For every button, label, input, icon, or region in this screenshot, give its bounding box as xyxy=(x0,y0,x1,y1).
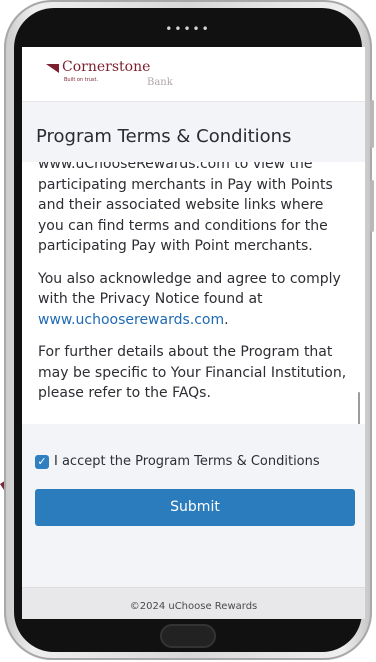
home-button[interactable] xyxy=(160,624,216,648)
app-screen: Cornerstone Built on trust. Bank Program… xyxy=(22,47,365,619)
status-dots: ••••• xyxy=(165,22,211,36)
copyright-text: ©2024 uChoose Rewards xyxy=(129,601,258,612)
footer: ©2024 uChoose Rewards xyxy=(22,587,365,619)
page-title: Program Terms & Conditions xyxy=(36,126,292,147)
accept-checkbox[interactable]: ✓ xyxy=(35,455,49,469)
terms-content: www.uChooseRewards.com to view the parti… xyxy=(38,162,352,416)
power-button xyxy=(370,180,374,232)
volume-button xyxy=(370,100,374,148)
accept-form: ✓ I accept the Program Terms & Condition… xyxy=(22,424,365,587)
scrollbar-thumb[interactable] xyxy=(358,392,360,424)
logo-name: Cornerstone xyxy=(62,59,151,75)
privacy-period: . xyxy=(224,311,229,328)
bank-logo[interactable]: Cornerstone Built on trust. Bank xyxy=(46,59,186,93)
logo-tagline: Built on trust. xyxy=(64,77,99,83)
accept-label: I accept the Program Terms & Conditions xyxy=(54,454,320,469)
terms-scroll-area[interactable]: www.uChooseRewards.com to view the parti… xyxy=(22,162,365,424)
terms-paragraph-faq: For further details about the Program th… xyxy=(38,344,347,401)
app-header: Cornerstone Built on trust. Bank xyxy=(22,47,365,102)
title-bar: Program Terms & Conditions xyxy=(22,102,365,162)
logo-mark-icon xyxy=(46,64,59,73)
terms-paragraph-privacy: You also acknowledge and agree to comply… xyxy=(38,269,352,331)
terms-partial-line: www.uChooseRewards.com to view the xyxy=(38,162,313,172)
privacy-text: You also acknowledge and agree to comply… xyxy=(38,270,341,308)
terms-paragraph: participating merchants in Pay with Poin… xyxy=(38,176,333,255)
submit-button[interactable]: Submit xyxy=(35,489,355,526)
privacy-link[interactable]: www.uchooserewards.com xyxy=(38,312,224,328)
logo-bank: Bank xyxy=(147,77,173,88)
